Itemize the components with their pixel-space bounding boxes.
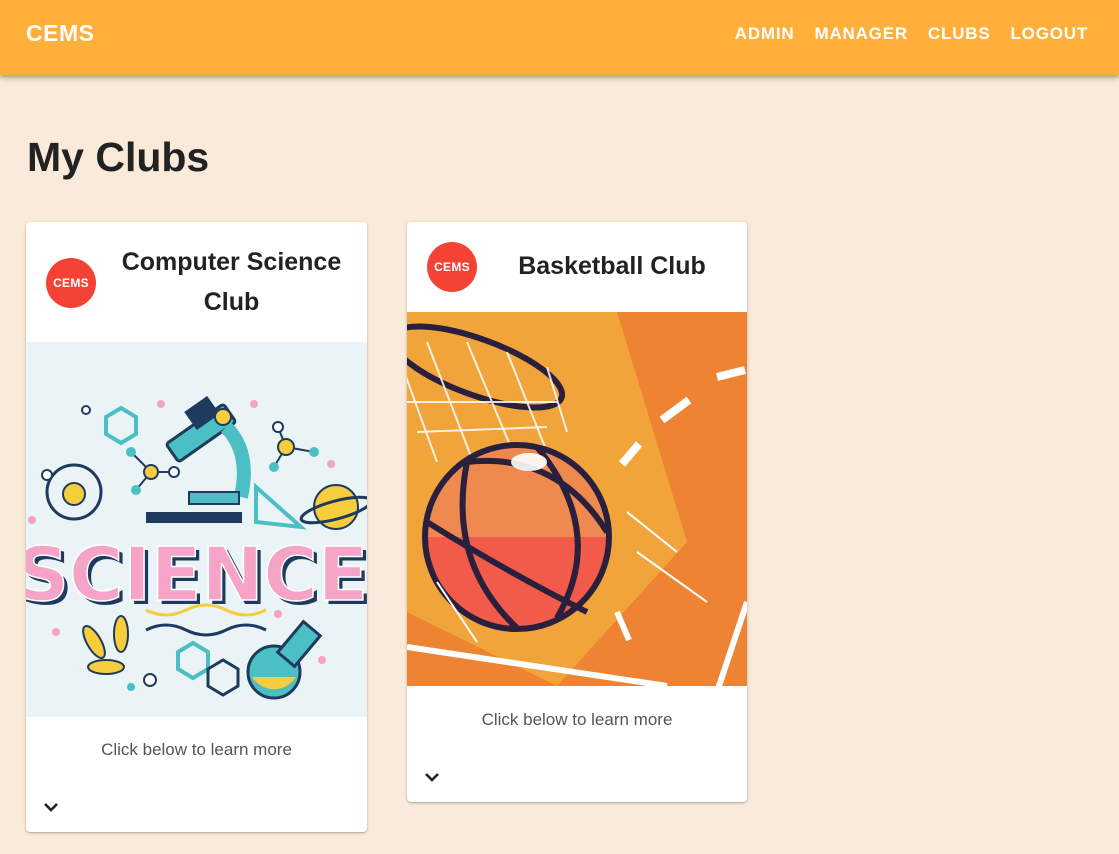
science-club-image: SCIENCE SCIENCE (26, 342, 367, 717)
nav-logout[interactable]: LOGOUT (1010, 24, 1088, 44)
club-card-computer-science[interactable]: CEMS Computer Science Club SCIENCE SCIEN… (26, 222, 367, 832)
chevron-down-icon (44, 803, 58, 812)
expand-button[interactable] (39, 795, 63, 819)
learn-more-text: Click below to learn more (481, 710, 673, 729)
club-avatar: CEMS (46, 258, 96, 308)
club-avatar: CEMS (427, 242, 477, 292)
expand-button[interactable] (420, 765, 444, 789)
nav-links: ADMIN MANAGER CLUBS LOGOUT (715, 24, 1088, 44)
learn-more-text: Click below to learn more (101, 740, 292, 759)
nav-admin[interactable]: ADMIN (735, 24, 795, 44)
chevron-down-icon (425, 773, 439, 782)
app-bar: CEMS ADMIN MANAGER CLUBS LOGOUT (0, 0, 1119, 75)
club-title-line2: Club (203, 288, 260, 316)
card-header: CEMS Basketball Club (407, 222, 747, 312)
page-title: My Clubs (27, 134, 210, 180)
brand-logo[interactable]: CEMS (26, 20, 94, 47)
nav-clubs[interactable]: CLUBS (928, 24, 991, 44)
club-title-line1: Computer Science (121, 248, 342, 276)
club-title: Basketball Club (518, 252, 706, 280)
basketball-club-image (407, 312, 747, 686)
club-title: Computer Science Club (116, 242, 347, 322)
nav-manager[interactable]: MANAGER (814, 24, 907, 44)
card-header: CEMS Computer Science Club (26, 222, 367, 342)
club-card-basketball[interactable]: CEMS Basketball Club Click below to lear… (407, 222, 747, 802)
